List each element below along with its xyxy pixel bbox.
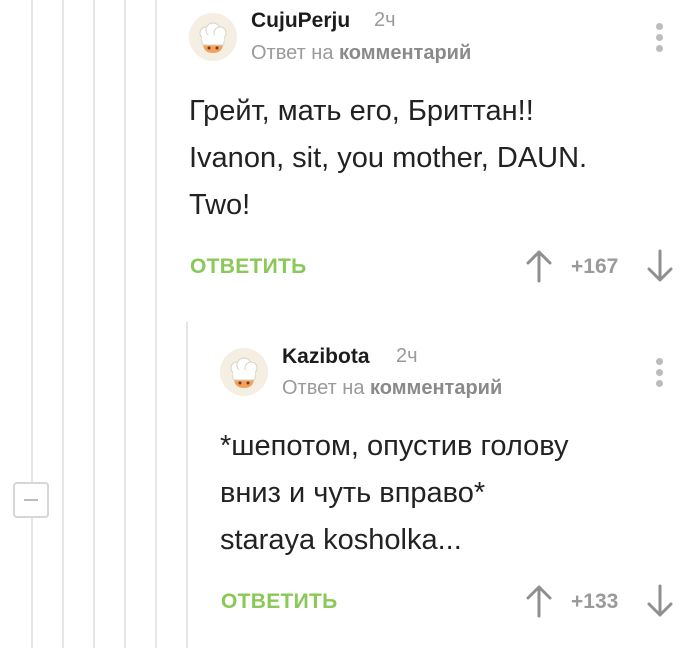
comment-rating: +167 xyxy=(571,255,619,278)
comment-body: Грейт, мать его, Бриттан!! Ivanon, sit, … xyxy=(189,88,587,229)
comment-line: Грейт, мать его, Бриттан!! xyxy=(189,95,534,127)
comment-line: Two! xyxy=(189,189,251,221)
collapse-thread-button[interactable] xyxy=(13,482,49,518)
comment-line: Ivanon, sit, you mother, DAUN. xyxy=(189,142,588,174)
comment-username[interactable]: Kazibota xyxy=(282,345,370,369)
more-vertical-icon[interactable] xyxy=(654,358,664,388)
arrow-down-icon[interactable] xyxy=(646,249,674,283)
thread-line xyxy=(62,0,64,648)
reply-to-link[interactable]: комментарий xyxy=(339,42,471,64)
comment-body: *шепотом, опустив голову вниз и чуть впр… xyxy=(220,423,569,564)
comment-time: 2ч xyxy=(396,345,418,367)
chef-hat-avatar-icon[interactable] xyxy=(189,13,237,61)
reply-to-prefix: Ответ на xyxy=(282,377,365,399)
reply-button[interactable]: ОТВЕТИТЬ xyxy=(190,255,307,279)
reply-to-label: Ответ на комментарий xyxy=(251,42,471,65)
comment-line: *шепотом, опустив голову xyxy=(220,430,569,462)
thread-line xyxy=(124,0,126,648)
comment-line: вниз и чуть вправо* xyxy=(220,477,486,509)
reply-to-prefix: Ответ на xyxy=(251,42,334,64)
more-vertical-icon[interactable] xyxy=(654,23,664,53)
chef-hat-avatar-icon[interactable] xyxy=(220,348,268,396)
comment-rating: +133 xyxy=(571,590,619,613)
arrow-up-icon[interactable] xyxy=(525,249,553,283)
thread-line xyxy=(31,0,33,648)
thread-line xyxy=(186,322,188,648)
thread-line xyxy=(155,0,157,648)
arrow-down-icon[interactable] xyxy=(646,584,674,618)
comment-username[interactable]: CujuPerju xyxy=(251,9,350,33)
reply-to-label: Ответ на комментарий xyxy=(282,377,502,400)
thread-line xyxy=(93,0,95,648)
arrow-up-icon[interactable] xyxy=(525,584,553,618)
reply-to-link[interactable]: комментарий xyxy=(370,377,502,399)
reply-button[interactable]: ОТВЕТИТЬ xyxy=(221,590,338,614)
comment-line: staraya kosholka... xyxy=(220,524,462,556)
comment-time: 2ч xyxy=(374,9,396,31)
